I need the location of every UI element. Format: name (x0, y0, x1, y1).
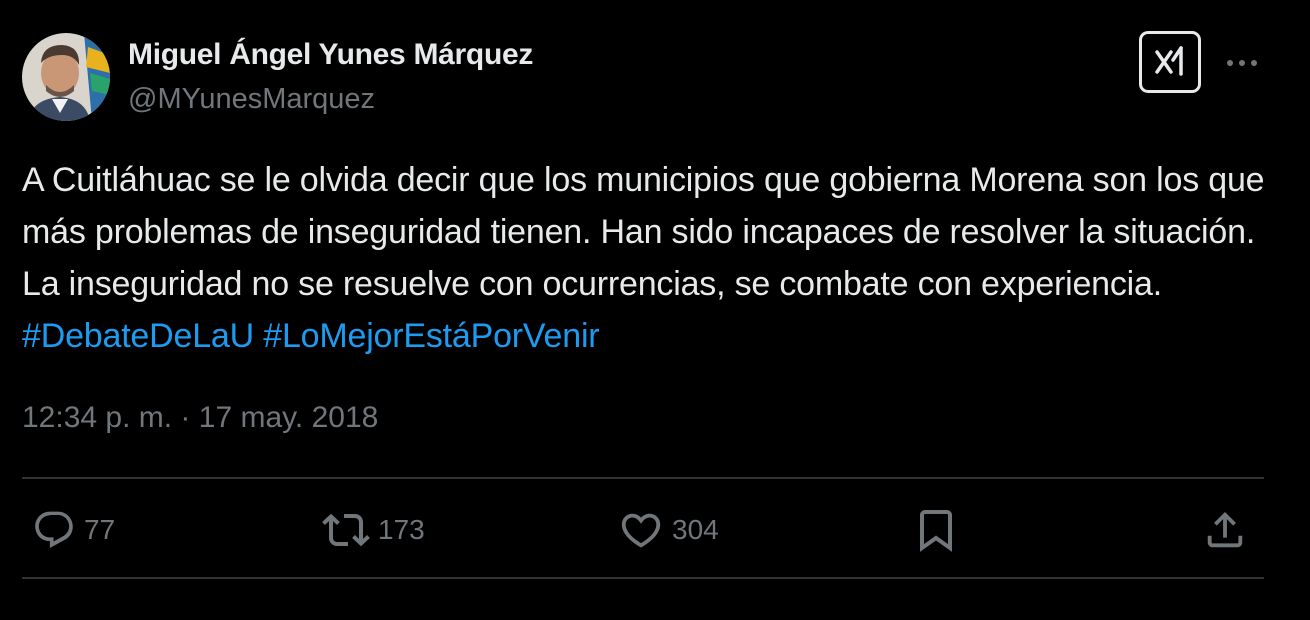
tweet-text-content: A Cuitláhuac se le olvida decir que los … (22, 161, 1265, 303)
hashtag-debatedelau[interactable]: #DebateDeLaU (22, 317, 254, 355)
action-bar: 77 173 304 (22, 500, 1264, 560)
divider-bottom (22, 577, 1264, 579)
tweet-date: 17 may. 2018 (198, 401, 379, 434)
avatar-image (22, 33, 110, 121)
avatar[interactable] (22, 33, 110, 121)
grok-button[interactable] (1139, 31, 1201, 93)
tweet-time-link[interactable]: 12:34 p. m. · 17 may. 2018 (22, 401, 378, 434)
author-block: Miguel Ángel Yunes Márquez @MYunesMarque… (128, 38, 533, 116)
reply-icon (35, 511, 73, 549)
reply-button[interactable]: 77 (32, 500, 115, 560)
repost-button[interactable]: 173 (322, 500, 425, 560)
tweet-timestamp: 12:34 p. m. · 17 may. 2018 (22, 398, 378, 438)
like-icon (621, 513, 661, 548)
grok-icon (1155, 46, 1183, 76)
like-count: 304 (672, 514, 719, 545)
tweet-time: 12:34 p. m. (22, 401, 173, 434)
hashtag-lomejorestaporvenir[interactable]: #LoMejorEstáPorVenir (263, 317, 599, 355)
repost-icon (322, 513, 370, 547)
author-display-name[interactable]: Miguel Ángel Yunes Márquez (128, 38, 533, 72)
timestamp-separator: · (172, 401, 199, 434)
repost-count: 173 (378, 514, 425, 545)
more-options-button[interactable] (1222, 48, 1262, 78)
author-handle[interactable]: @MYunesMarquez (128, 82, 533, 116)
tweet-card: Miguel Ángel Yunes Márquez @MYunesMarque… (0, 0, 1310, 620)
divider-top (22, 477, 1264, 479)
reply-count: 77 (84, 514, 116, 545)
tweet-text: A Cuitláhuac se le olvida decir que los … (22, 154, 1272, 362)
more-icon (1227, 60, 1257, 66)
bookmark-icon (920, 510, 952, 552)
share-icon (1207, 511, 1243, 548)
like-button[interactable]: 304 (618, 500, 719, 560)
share-button[interactable] (1202, 500, 1248, 560)
bookmark-button[interactable] (912, 500, 960, 560)
